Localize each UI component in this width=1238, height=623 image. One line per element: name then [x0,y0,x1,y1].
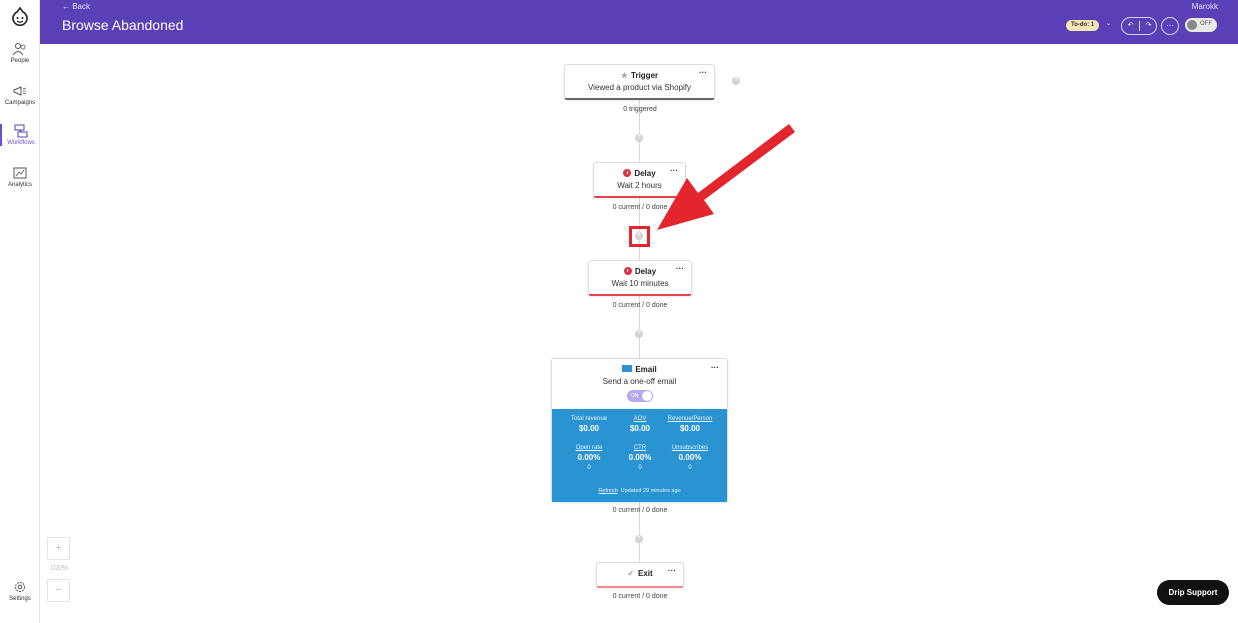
metric-label[interactable]: Unsubscribes [661,445,719,451]
sidebar-item-label: Campaigns [4,100,36,106]
zoom-out-button[interactable]: − [47,579,70,602]
metric-label[interactable]: Open rate [560,445,618,451]
node-stats: 0 current / 0 done [612,302,668,309]
node-title: Email [635,365,657,374]
gear-icon [15,582,25,592]
workflow-status-toggle[interactable]: OFF [1185,18,1217,32]
metric-value: $0.00 [679,424,701,433]
redo-icon[interactable]: ↷ [1140,18,1157,34]
metric-open-rate: Open rate 0.00% 0 [560,445,618,471]
node-stats: 0 triggered [623,106,657,113]
add-step-button[interactable] [635,133,643,142]
toggle-knob [1187,20,1197,30]
zoom-in-button[interactable]: + [47,537,70,560]
add-step-button[interactable] [635,534,643,543]
metric-revenue-per-person: Revenue/Person $0.00 [661,416,719,433]
analytics-icon [13,167,27,179]
node-subtitle: Viewed a product via Shopify [587,83,692,92]
node-stats: 0 current / 0 done [612,507,668,514]
refresh-row: Refresh Updated 29 minutes ago [552,488,727,494]
refresh-link[interactable]: Refresh [598,488,617,494]
header-bar: ← Back Browse Abandoned Marokk To-do: 1 … [40,0,1238,44]
sidebar-item-label: People [10,58,30,64]
sidebar-item-label: Workflows [7,140,35,146]
star-icon: ★ [620,71,629,80]
drip-support-button[interactable]: Drip Support [1157,580,1229,605]
node-stats: 0 current / 0 done [612,593,668,600]
node-subtitle: Wait 10 minutes [611,279,669,288]
toggle-label: ON [631,393,639,399]
toggle-label: OFF [1200,21,1212,27]
back-link[interactable]: ← Back [62,2,90,11]
sidebar-item-label: Analytics [7,182,32,188]
trigger-node[interactable]: ★ Trigger Viewed a product via Shopify ··… [564,64,715,100]
toggle-knob [642,391,652,401]
annotation-arrow-icon [657,124,795,230]
node-title: Trigger [631,71,659,80]
node-menu-button[interactable]: ··· [699,68,707,77]
node-menu-button[interactable]: ··· [711,363,719,372]
drip-logo-icon[interactable] [9,6,31,28]
more-options-button[interactable]: ··· [1161,17,1179,35]
email-node[interactable]: Email Send a one-off email ··· ON Total … [551,358,728,502]
chevron-down-icon[interactable]: ⌄ [1106,20,1111,27]
undo-icon[interactable]: ↶ [1122,18,1139,34]
sidebar-item-analytics[interactable]: Analytics [0,166,40,188]
exit-node[interactable]: ✓ Exit ··· [596,562,684,588]
zoom-level: 100% [50,565,68,572]
metric-label: Total revenue [570,416,608,422]
sidebar-item-label: Settings [9,596,31,602]
page-title: Browse Abandoned [62,17,184,33]
sidebar: People Campaigns Workflows Analytics Set… [0,0,40,623]
metric-total-revenue: Total revenue $0.00 [560,416,618,433]
clock-icon [623,267,632,275]
add-step-button[interactable] [635,329,643,338]
metric-value: 0.00% [678,453,702,462]
metric-count: 0 [587,465,591,471]
email-active-toggle[interactable]: ON [627,390,653,402]
sidebar-item-workflows[interactable]: Workflows [0,124,40,146]
sidebar-item-settings[interactable]: Settings [0,580,40,602]
undo-redo-group: ↶ ↷ [1121,17,1157,35]
email-metrics-panel: Total revenue $0.00 AOV $0.00 Revenue/Pe… [552,409,727,502]
sidebar-item-people[interactable]: People [0,42,40,64]
people-icon [12,43,26,56]
envelope-icon [622,365,633,372]
clock-icon [623,169,632,177]
node-title: Delay [634,267,657,276]
node-menu-button[interactable]: ··· [676,264,684,273]
todo-badge[interactable]: To-do: 1 [1066,20,1100,31]
node-menu-button[interactable]: ··· [668,566,676,575]
metric-value: 0.00% [577,453,601,462]
add-trigger-button[interactable] [732,76,740,85]
sidebar-item-campaigns[interactable]: Campaigns [0,84,40,106]
workflow-icon [14,124,28,138]
megaphone-icon [13,86,27,96]
account-name[interactable]: Marokk [1192,2,1218,11]
checkmark-icon: ✓ [627,569,635,578]
metric-unsubscribes: Unsubscribes 0.00% 0 [661,445,719,471]
node-subtitle: Send a one-off email [602,377,677,386]
updated-text: Updated 29 minutes ago [620,488,681,494]
node-title: Exit [638,569,653,578]
metric-value: $0.00 [578,424,600,433]
delay-node[interactable]: Delay Wait 10 minutes ··· [588,260,692,296]
metric-label[interactable]: Revenue/Person [661,416,719,422]
metric-count: 0 [688,465,692,471]
